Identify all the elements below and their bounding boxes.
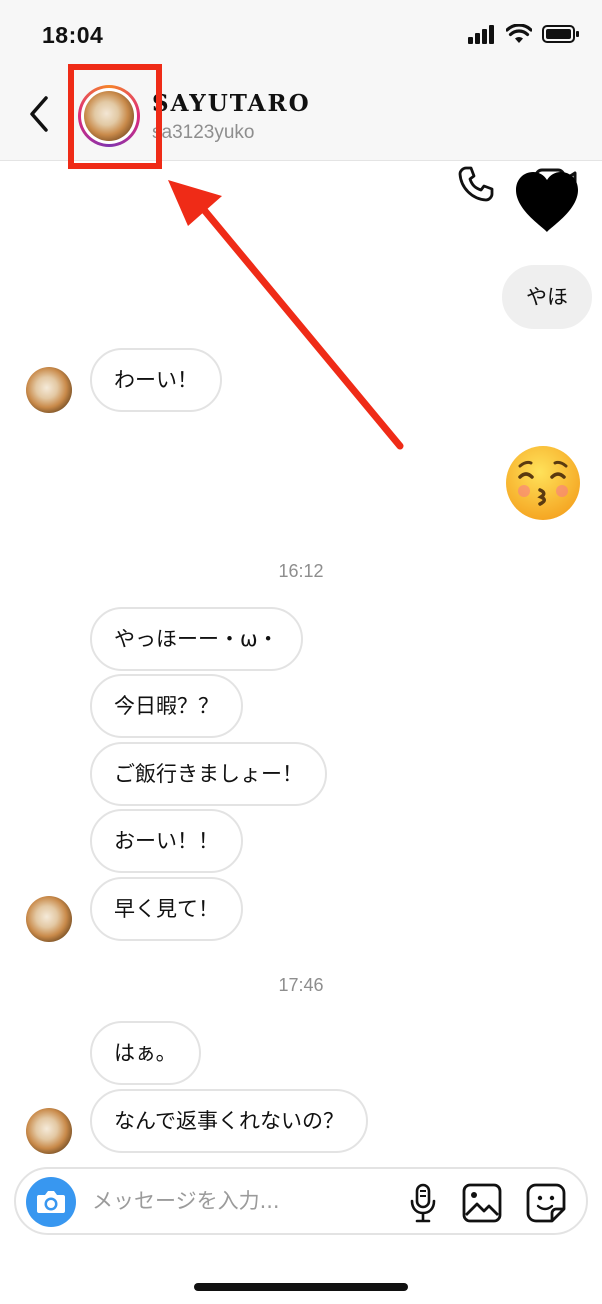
signal-icon bbox=[468, 25, 494, 44]
chat-username[interactable]: SAYUTARO bbox=[152, 90, 311, 117]
sender-avatar[interactable] bbox=[26, 1108, 72, 1154]
status-icons bbox=[468, 24, 580, 44]
message-timestamp: 16:12 bbox=[278, 561, 324, 581]
heart-icon bbox=[516, 172, 578, 232]
battery-icon bbox=[542, 25, 579, 43]
message-bubble-incoming[interactable]: ご飯行きましょー！ bbox=[90, 742, 327, 806]
message-bubble-incoming[interactable]: わーい！ bbox=[90, 348, 222, 412]
message-bubble-incoming[interactable]: なんで返事くれないの？ bbox=[90, 1089, 368, 1153]
chat-handle: sa3123yuko bbox=[152, 122, 255, 143]
message-bubble-incoming[interactable]: おーい！！ bbox=[90, 809, 243, 873]
home-indicator[interactable] bbox=[194, 1283, 408, 1291]
sticker-icon[interactable] bbox=[526, 1183, 566, 1223]
status-bar: 18:04 bbox=[0, 0, 602, 68]
wifi-icon bbox=[506, 24, 532, 43]
status-time: 18:04 bbox=[42, 22, 104, 48]
sender-avatar[interactable] bbox=[26, 367, 72, 413]
message-bubble-incoming[interactable]: やっほーー・ω・ bbox=[90, 607, 303, 671]
camera-icon bbox=[37, 1191, 65, 1213]
message-bubble-incoming[interactable]: 今日暇？？ bbox=[90, 674, 243, 738]
message-bubble-incoming[interactable]: はぁ。 bbox=[90, 1021, 201, 1085]
back-button[interactable] bbox=[24, 94, 54, 134]
phone-icon[interactable] bbox=[456, 164, 496, 204]
message-bubble-incoming[interactable]: 早く見て！ bbox=[90, 877, 243, 941]
microphone-icon[interactable] bbox=[408, 1183, 438, 1223]
message-input[interactable] bbox=[92, 1169, 392, 1233]
annotation-highlight-box bbox=[68, 64, 162, 169]
message-timestamp: 17:46 bbox=[278, 975, 324, 995]
sender-avatar[interactable] bbox=[26, 896, 72, 942]
message-bubble-outgoing[interactable]: やほ bbox=[502, 265, 592, 329]
kissing-face-icon bbox=[506, 446, 580, 520]
camera-button[interactable] bbox=[26, 1177, 76, 1227]
message-composer bbox=[14, 1167, 588, 1235]
gallery-icon[interactable] bbox=[462, 1183, 502, 1223]
